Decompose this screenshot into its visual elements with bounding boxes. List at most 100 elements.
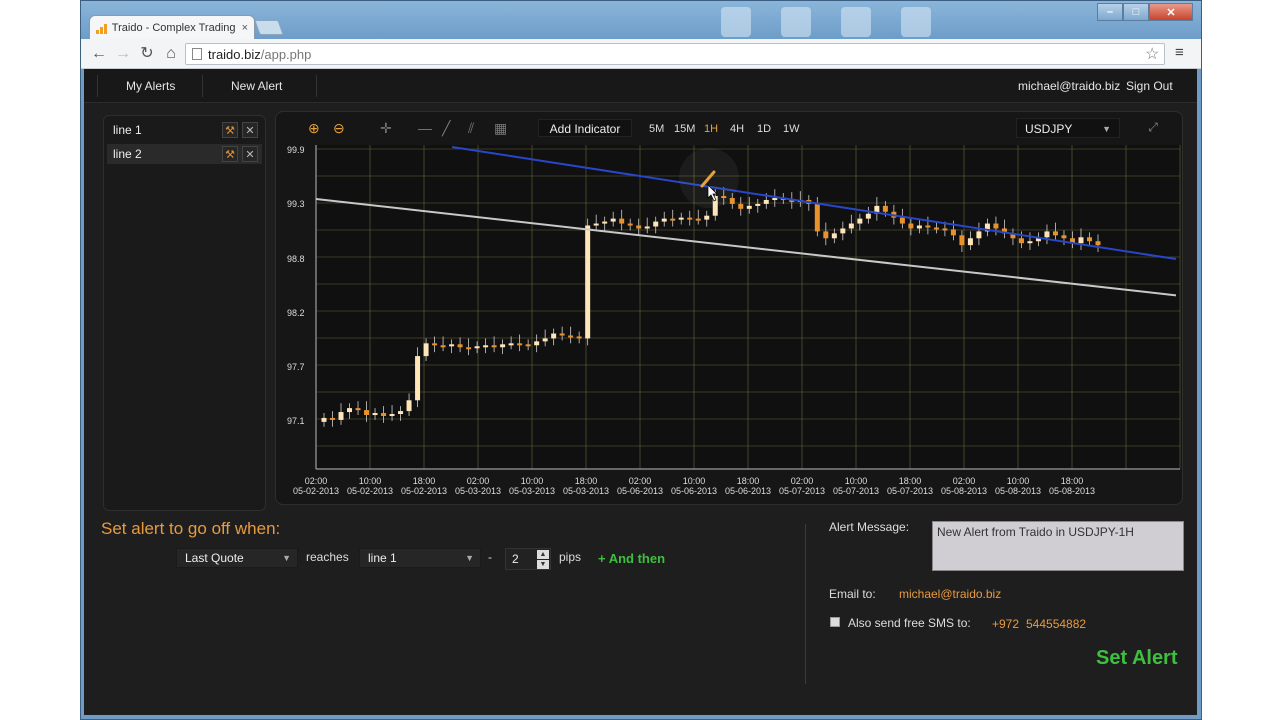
new-tab-button[interactable] (254, 20, 284, 35)
x-tick-date: 05-02-2013 (347, 486, 393, 496)
x-tick-date: 05-08-2013 (1049, 486, 1095, 496)
minimize-button[interactable]: – (1097, 3, 1123, 21)
bookmark-star-icon[interactable]: ☆ (1145, 44, 1159, 64)
and-then-button[interactable]: + And then (598, 551, 665, 566)
x-tick-time: 02:00 (953, 476, 976, 486)
candle-body (330, 417, 336, 420)
candle-body (585, 225, 591, 339)
forward-button[interactable]: → (113, 44, 133, 64)
wrench-icon[interactable]: ⚒ (222, 146, 238, 162)
candle-body (398, 411, 404, 415)
wrench-icon[interactable]: ⚒ (222, 122, 238, 138)
new-alert-link[interactable]: New Alert (231, 79, 282, 93)
candle-body (525, 344, 531, 347)
stepper-down-icon[interactable]: ▼ (537, 560, 549, 569)
sign-out-link[interactable]: Sign Out (1126, 79, 1173, 93)
candle-body (882, 205, 888, 212)
sidebar-item-label: line 1 (113, 123, 142, 137)
x-tick-time: 10:00 (845, 476, 868, 486)
my-alerts-link[interactable]: My Alerts (126, 79, 175, 93)
y-tick-label: 97.7 (287, 362, 305, 372)
candle-body (432, 343, 438, 346)
line-select-value: line 1 (368, 551, 397, 565)
delete-icon[interactable]: ✕ (242, 146, 258, 162)
candle-body (338, 412, 344, 420)
maximize-button[interactable]: □ (1123, 3, 1149, 21)
email-label: Email to: (829, 587, 876, 601)
candle-body (559, 333, 565, 336)
x-tick-date: 05-03-2013 (455, 486, 501, 496)
alert-message-textarea[interactable]: New Alert from Traido in USDJPY-1H (932, 521, 1184, 571)
candle-body (1027, 241, 1033, 244)
candle-body (568, 335, 574, 338)
form-divider (805, 524, 806, 684)
candle-body (1095, 241, 1101, 246)
sms-checkbox[interactable] (830, 617, 840, 627)
home-button[interactable]: ⌂ (161, 44, 181, 64)
candle-body (423, 343, 429, 357)
x-tick-date: 05-06-2013 (617, 486, 663, 496)
url-host: traido.biz (208, 46, 261, 62)
email-field[interactable]: michael@traido.biz (899, 587, 1001, 601)
delete-icon[interactable]: ✕ (242, 122, 258, 138)
candle-body (415, 356, 421, 401)
x-tick-date: 05-07-2013 (779, 486, 825, 496)
candle-body (627, 223, 633, 226)
candle-body (483, 345, 489, 348)
candle-body (474, 346, 480, 349)
header-divider (202, 75, 203, 97)
sidebar-item-line-2[interactable]: line 2 ⚒ ✕ (107, 144, 262, 164)
candle-body (644, 226, 650, 229)
quote-type-select[interactable]: Last Quote ▼ (176, 548, 298, 568)
x-tick-date: 05-06-2013 (725, 486, 771, 496)
x-tick-time: 10:00 (683, 476, 706, 486)
candle-body (551, 333, 557, 339)
candle-body (321, 417, 327, 422)
sidebar-item-line-1[interactable]: line 1 ⚒ ✕ (107, 120, 262, 140)
desktop-left (0, 0, 80, 720)
close-window-button[interactable]: ✕ (1149, 3, 1193, 21)
candle-body (517, 343, 523, 346)
alert-condition-title: Set alert to go off when: (101, 519, 281, 538)
line-select[interactable]: line 1 ▼ (359, 548, 481, 568)
reload-button[interactable]: ↻ (137, 44, 157, 64)
chevron-down-icon: ▼ (282, 553, 291, 563)
candle-body (738, 203, 744, 209)
x-tick-date: 05-08-2013 (995, 486, 1041, 496)
browser-menu-icon[interactable]: ≡ (1175, 44, 1184, 61)
url-path: /app.php (260, 46, 312, 62)
pips-label: pips (559, 550, 582, 564)
browser-tab[interactable]: Traido - Complex Trading × (89, 15, 255, 39)
x-tick-time: 02:00 (305, 476, 328, 486)
tab-close-icon[interactable]: × (242, 22, 248, 34)
candle-body (1061, 235, 1067, 239)
candle-body (950, 229, 956, 236)
set-alert-button[interactable]: Set Alert (1096, 647, 1178, 670)
candle-body (355, 408, 361, 411)
candle-body (534, 341, 540, 346)
y-tick-label: 98.8 (287, 254, 305, 264)
alert-message-label: Alert Message: (829, 520, 910, 534)
candle-body (916, 225, 922, 229)
candle-body (1018, 238, 1024, 244)
candlestick-chart[interactable]: 99.999.398.898.297.797.102:0005-02-20131… (276, 112, 1184, 506)
x-tick-time: 02:00 (467, 476, 490, 486)
candle-body (1078, 237, 1084, 244)
x-tick-time: 02:00 (629, 476, 652, 486)
sms-number-field[interactable]: 544554882 (1026, 617, 1086, 631)
x-tick-date: 05-07-2013 (833, 486, 879, 496)
header-divider (316, 75, 317, 97)
x-tick-time: 10:00 (1007, 476, 1030, 486)
candle-body (576, 336, 582, 339)
pips-stepper[interactable]: 2 ▲ ▼ (505, 548, 551, 570)
stepper-up-icon[interactable]: ▲ (537, 550, 549, 559)
sms-country-code[interactable]: +972 (992, 617, 1019, 631)
address-bar[interactable]: traido.biz/app.php (185, 43, 1165, 65)
candle-body (959, 235, 965, 246)
candle-body (653, 221, 659, 227)
back-button[interactable]: ← (89, 44, 109, 64)
candle-body (364, 410, 370, 415)
page-icon (192, 48, 202, 60)
dash-label: - (488, 550, 492, 564)
candle-body (857, 218, 863, 224)
